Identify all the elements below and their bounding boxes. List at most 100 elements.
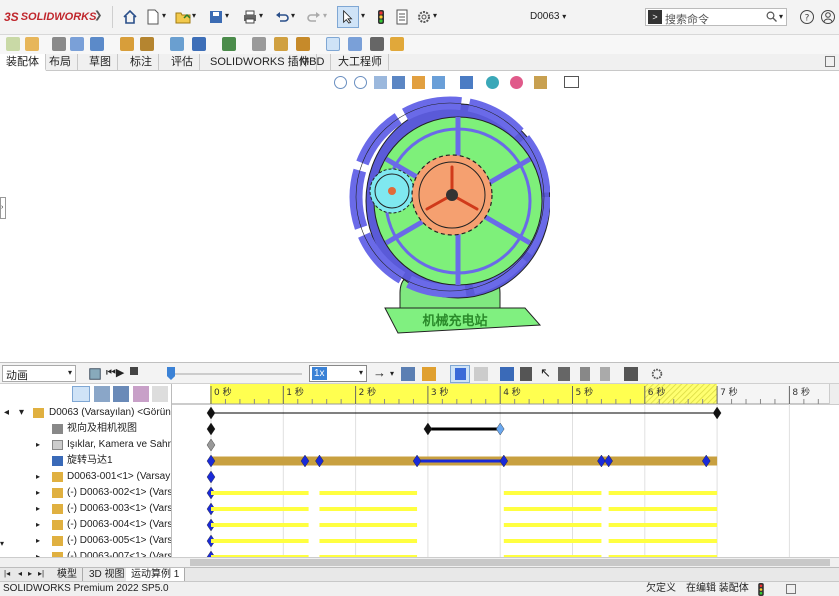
expand-arrow-icon[interactable]: ▸ — [36, 549, 40, 557]
tab-model[interactable]: 模型 — [52, 568, 83, 582]
spring-icon[interactable] — [520, 367, 532, 381]
edit-appearance-icon[interactable] — [510, 76, 523, 89]
tree-row-part[interactable]: ▸ (-) D0063-003<1> (Varsa — [0, 501, 171, 517]
update-speedpak-icon[interactable] — [348, 37, 362, 51]
open-folder-icon[interactable] — [175, 9, 191, 25]
view-settings-icon[interactable] — [564, 76, 579, 88]
apply-scene-icon[interactable] — [534, 76, 547, 89]
filter-driving-icon[interactable] — [113, 386, 129, 402]
chevron-down-icon[interactable]: ▾ — [361, 11, 365, 20]
user-account-icon[interactable] — [820, 9, 836, 25]
search-command-box[interactable]: > 搜索命令 ▾ — [645, 8, 787, 26]
take-snapshot-icon[interactable] — [370, 37, 384, 51]
tree-row-motor[interactable]: 旋转马达1 — [0, 453, 171, 469]
tab-layout[interactable]: 布局 — [43, 54, 78, 71]
playback-speed-select[interactable]: 1x ▾ — [309, 365, 367, 382]
tree-row-lights[interactable]: ▸ Işıklar, Kamera ve Sahne — [0, 437, 171, 453]
tab-3d-view[interactable]: 3D 视图 — [84, 568, 131, 582]
tab-next-icon[interactable]: ▸ — [28, 569, 32, 578]
results-plots-icon[interactable] — [624, 367, 638, 381]
filter-animated-icon[interactable] — [94, 386, 110, 402]
chevron-down-icon[interactable]: ▾ — [162, 11, 166, 20]
expand-arrow-icon[interactable]: ▾ — [19, 405, 24, 421]
previous-view-icon[interactable] — [374, 76, 387, 89]
rebuild-status-icon[interactable] — [756, 583, 766, 596]
motion-timeline[interactable]: 0 秒 1 秒 2 秒 3 秒 4 秒 5 秒 6 秒 7 秒 8 秒 — [172, 384, 839, 557]
expand-arrow-icon[interactable]: ▸ — [36, 469, 40, 485]
redo-icon[interactable] — [306, 9, 322, 25]
rebuild-traffic-light-icon[interactable] — [373, 9, 389, 25]
tab-big-engineer[interactable]: 大工程师 — [332, 54, 389, 71]
tree-row-part[interactable]: ▸ (-) D0063-007<1> (Varsa — [0, 549, 171, 557]
status-customize-icon[interactable] — [786, 584, 796, 594]
options-gear-icon[interactable] — [416, 9, 432, 25]
chevron-down-icon[interactable]: ▾ — [225, 11, 229, 20]
edit-component-icon[interactable] — [6, 37, 20, 51]
large-assembly-mode-icon[interactable] — [390, 37, 404, 51]
tree-row-part[interactable]: ▸ (-) D0063-002<1> (Varsa — [0, 485, 171, 501]
study-type-select[interactable]: 动画 ▾ — [2, 365, 76, 382]
bill-of-materials-icon[interactable] — [274, 37, 288, 51]
playback-slider-thumb[interactable] — [167, 367, 175, 380]
collapse-icon[interactable]: ◂ — [4, 405, 9, 421]
smart-fasteners-icon[interactable] — [120, 37, 134, 51]
force-icon[interactable] — [558, 367, 570, 381]
save-animation-icon[interactable] — [401, 367, 415, 381]
view-orientation-icon[interactable] — [432, 76, 445, 89]
chevron-down-icon[interactable]: ▾ — [779, 12, 783, 21]
new-document-icon[interactable] — [145, 9, 161, 25]
search-icon[interactable] — [766, 11, 778, 23]
reference-geometry-icon[interactable] — [222, 37, 236, 51]
playback-mode-arrow-icon[interactable]: → — [373, 365, 386, 380]
zoom-to-fit-icon[interactable] — [334, 76, 347, 89]
exploded-view-icon[interactable] — [296, 37, 310, 51]
insert-component-icon[interactable] — [25, 37, 39, 51]
calculate-icon[interactable] — [88, 367, 102, 381]
display-style-icon[interactable] — [460, 76, 473, 89]
chevron-down-icon[interactable]: ▾ — [291, 11, 295, 20]
chevron-down-icon[interactable]: ▾ — [323, 11, 327, 20]
chevron-down-icon[interactable]: ▾ — [433, 11, 437, 20]
filter-icon[interactable] — [72, 386, 90, 402]
scroll-down-icon[interactable]: ▾ — [0, 539, 8, 555]
chevron-down-icon[interactable]: ▾ — [259, 11, 263, 20]
damper-icon[interactable]: ↖ — [540, 365, 551, 381]
tab-motion-study-1[interactable]: 运动算例 1 — [126, 568, 186, 582]
new-motion-study-icon[interactable] — [252, 37, 266, 51]
playback-slider-track[interactable] — [170, 373, 302, 375]
instant3d-icon[interactable] — [326, 37, 340, 51]
assembly-features-icon[interactable] — [192, 37, 206, 51]
expand-arrow-icon[interactable]: ▸ — [36, 501, 40, 517]
print-icon[interactable] — [242, 9, 258, 25]
animation-wizard-icon[interactable] — [422, 367, 436, 381]
scrollbar-thumb[interactable] — [190, 559, 830, 566]
feature-tree-flyout-toggle[interactable]: › — [0, 197, 6, 219]
expand-arrow-icon[interactable]: ▸ — [36, 485, 40, 501]
tree-row-views[interactable]: 视向及相机视图 — [0, 421, 171, 437]
chevron-down-icon[interactable]: ▾ — [390, 369, 394, 378]
tree-row-assembly[interactable]: ◂ ▾ D0063 (Varsayılan) <Görünti — [0, 405, 171, 421]
save-icon[interactable] — [208, 9, 224, 25]
dynamic-annotation-icon[interactable] — [412, 76, 425, 89]
timeline-scroll-right[interactable] — [829, 384, 839, 404]
tab-evaluate[interactable]: 评估 — [165, 54, 200, 71]
help-icon[interactable]: ? — [799, 9, 815, 25]
gravity-icon[interactable] — [600, 367, 610, 381]
add-key-icon[interactable] — [474, 367, 488, 381]
mate-clip-icon[interactable] — [52, 37, 66, 51]
tab-first-icon[interactable]: |◂ — [4, 569, 10, 578]
zoom-area-icon[interactable] — [354, 76, 367, 89]
motion-study-properties-icon[interactable] — [650, 367, 664, 381]
home-icon[interactable] — [122, 9, 138, 25]
file-properties-icon[interactable] — [394, 9, 410, 25]
expand-arrow-icon[interactable]: ▸ — [36, 533, 40, 549]
show-hidden-icon[interactable] — [170, 37, 184, 51]
filter-selected-icon[interactable] — [133, 386, 149, 402]
horizontal-scrollbar[interactable] — [0, 557, 839, 567]
filter-results-icon[interactable] — [152, 386, 168, 402]
play-from-start-icon[interactable]: ⏮▶ — [106, 366, 124, 380]
tab-prev-icon[interactable]: ◂ — [18, 569, 22, 578]
solidworks-logo[interactable]: 3S SOLIDWORKS — [4, 9, 96, 25]
tree-row-part[interactable]: ▸ (-) D0063-004<1> (Varsa — [0, 517, 171, 533]
section-view-icon[interactable] — [392, 76, 405, 89]
